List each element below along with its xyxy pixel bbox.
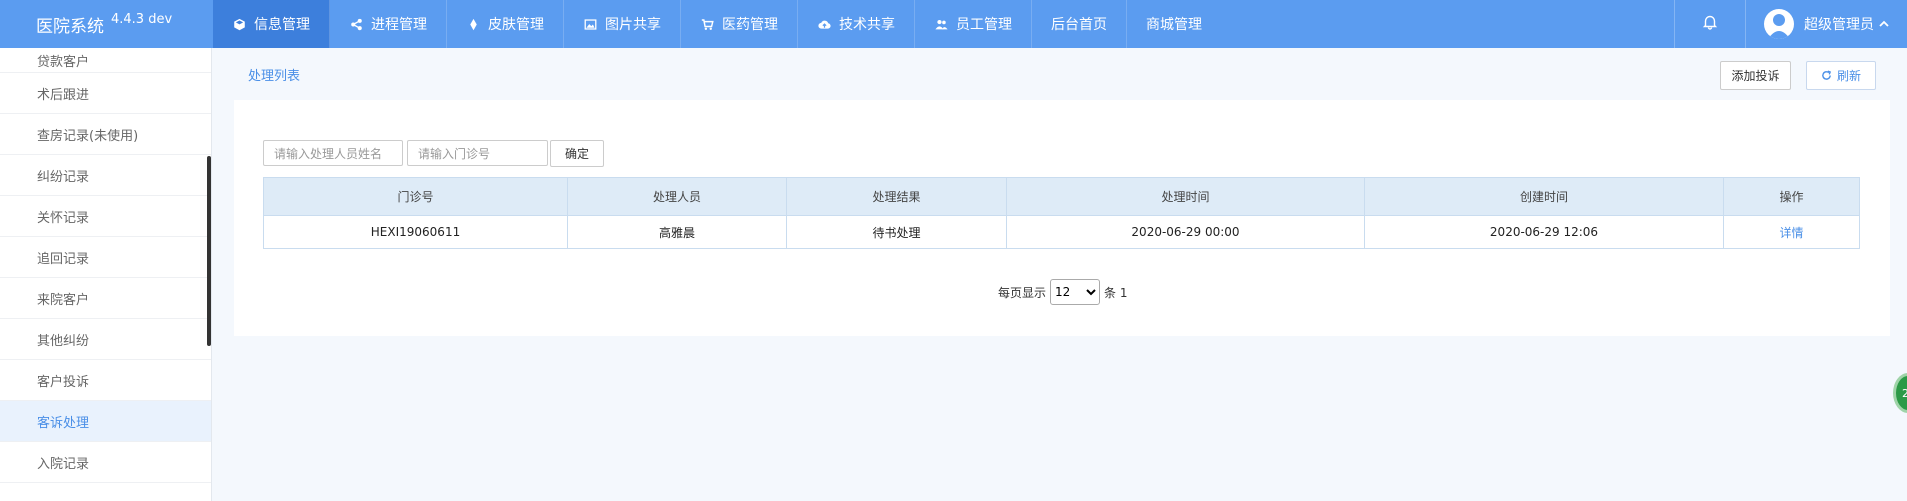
sidebar-item-complaints[interactable]: 客户投诉	[0, 360, 211, 401]
pager-suffix: 条 1	[1104, 285, 1128, 300]
sidebar-item-disputes[interactable]: 纠纷记录	[0, 155, 211, 196]
cell-result: 待书处理	[786, 215, 1007, 249]
nav-item-tech[interactable]: 技术共享	[798, 0, 915, 48]
column-header: 处理人员	[567, 177, 787, 216]
records-table: 门诊号 处理人员 处理结果 处理时间 创建时间 操作 HEXI19060611 …	[263, 177, 1860, 249]
sidebar-item-label: 查房记录(未使用)	[37, 128, 139, 144]
app-brand[interactable]: 医院系统 4.4.3 dev	[0, 0, 213, 48]
nav-label: 医药管理	[722, 17, 778, 33]
sidebar-item-loan-customers[interactable]: 贷款客户	[0, 48, 211, 73]
pagination: 每页显示 12 条 1	[998, 279, 1127, 305]
cell-action: 详情	[1723, 215, 1860, 249]
table-header-row: 门诊号 处理人员 处理结果 处理时间 创建时间 操作	[263, 177, 1860, 216]
table-row: HEXI19060611 高雅晨 待书处理 2020-06-29 00:00 2…	[263, 215, 1860, 249]
pager-prefix: 每页显示	[998, 285, 1047, 300]
sidebar-item-label: 术后跟进	[37, 87, 90, 103]
sidebar-item-label: 追回记录	[37, 251, 90, 267]
nav-item-mall[interactable]: 商城管理	[1127, 0, 1221, 48]
sidebar-item-ward-rounds[interactable]: 查房记录(未使用)	[0, 114, 211, 155]
sidebar-item-other-disputes[interactable]: 其他纠纷	[0, 319, 211, 360]
nav-label: 进程管理	[371, 17, 427, 33]
nav-item-medicine[interactable]: 医药管理	[681, 0, 798, 48]
nav-label: 信息管理	[254, 17, 310, 33]
column-header: 操作	[1723, 177, 1860, 216]
add-complaint-button[interactable]: 添加投诉	[1720, 61, 1791, 90]
sidebar-item-visiting-customers[interactable]: 来院客户	[0, 278, 211, 319]
column-header: 处理时间	[1006, 177, 1365, 216]
refresh-icon	[1821, 70, 1832, 81]
sidebar-item-admissions[interactable]: 入院记录	[0, 442, 211, 483]
sidebar-item-care-records[interactable]: 关怀记录	[0, 196, 211, 237]
nav-item-home[interactable]: 后台首页	[1032, 0, 1127, 48]
bell-icon	[1702, 14, 1718, 34]
top-navbar: 医院系统 4.4.3 dev 信息管理 进程管理 皮肤管理 图片共享 医药管理 …	[0, 0, 1907, 48]
drop-icon	[466, 17, 480, 31]
sidebar: 贷款客户 术后跟进 查房记录(未使用) 纠纷记录 关怀记录 追回记录 来院客户 …	[0, 48, 212, 501]
user-menu[interactable]: 超级管理员	[1746, 0, 1907, 48]
cart-icon	[700, 17, 714, 31]
cloud-upload-icon	[817, 17, 831, 31]
outpatient-code-input[interactable]: 请输入门诊号	[407, 140, 548, 166]
main-nav: 信息管理 进程管理 皮肤管理 图片共享 医药管理 技术共享 员工管理 后台首页 …	[213, 0, 1221, 48]
details-link[interactable]: 详情	[1779, 226, 1803, 240]
sidebar-item-postop-followup[interactable]: 术后跟进	[0, 73, 211, 114]
nav-label: 后台首页	[1051, 17, 1107, 33]
avatar	[1764, 9, 1794, 39]
user-name: 超级管理员	[1804, 17, 1874, 33]
refresh-button[interactable]: 刷新	[1806, 61, 1876, 90]
sidebar-item-label: 入院记录	[37, 456, 90, 472]
cell-created-at: 2020-06-29 12:06	[1364, 215, 1724, 249]
refresh-label: 刷新	[1836, 69, 1861, 83]
sidebar-item-recovery-records[interactable]: 追回记录	[0, 237, 211, 278]
nav-label: 员工管理	[956, 17, 1012, 33]
breadcrumb[interactable]: 处理列表	[248, 65, 300, 84]
cell-handled-at: 2020-06-29 00:00	[1006, 215, 1365, 249]
share-icon	[349, 17, 363, 31]
sidebar-item-label: 贷款客户	[37, 54, 90, 70]
app-name: 医院系统	[36, 16, 104, 37]
users-icon	[934, 17, 948, 31]
chevron-up-icon	[1878, 18, 1890, 30]
sidebar-item-label: 关怀记录	[37, 210, 90, 226]
sidebar-item-label: 纠纷记录	[37, 169, 90, 185]
cell-code: HEXI19060611	[263, 215, 568, 249]
app-version: 4.4.3 dev	[111, 11, 173, 27]
column-header: 创建时间	[1364, 177, 1724, 216]
sidebar-item-label: 客诉处理	[37, 415, 90, 431]
nav-label: 皮肤管理	[488, 17, 544, 33]
nav-label: 技术共享	[839, 17, 895, 33]
nav-item-process[interactable]: 进程管理	[330, 0, 447, 48]
handler-name-input[interactable]: 请输入处理人员姓名	[263, 140, 403, 166]
sidebar-item-label: 客户投诉	[37, 374, 90, 390]
image-icon	[583, 17, 597, 31]
sidebar-item-label: 来院客户	[37, 292, 90, 308]
sidebar-scrollbar[interactable]	[207, 156, 211, 346]
column-header: 门诊号	[263, 177, 568, 216]
cube-icon	[232, 17, 246, 31]
page-size-select[interactable]: 12	[1050, 279, 1101, 305]
nav-item-info[interactable]: 信息管理	[213, 0, 330, 48]
column-header: 处理结果	[786, 177, 1007, 216]
cell-handler: 高雅晨	[567, 215, 787, 249]
sidebar-item-label: 其他纠纷	[37, 333, 90, 349]
top-right-area: 超级管理员	[1674, 0, 1907, 48]
notification-button[interactable]	[1674, 0, 1746, 48]
nav-label: 商城管理	[1146, 17, 1202, 33]
sidebar-item-complaint-handling[interactable]: 客诉处理	[0, 401, 211, 442]
nav-label: 图片共享	[605, 17, 661, 33]
nav-item-staff[interactable]: 员工管理	[915, 0, 1032, 48]
nav-item-images[interactable]: 图片共享	[564, 0, 681, 48]
confirm-button[interactable]: 确定	[550, 140, 604, 167]
nav-item-skin[interactable]: 皮肤管理	[447, 0, 564, 48]
floating-assistant-button[interactable]: 2	[1893, 373, 1907, 413]
